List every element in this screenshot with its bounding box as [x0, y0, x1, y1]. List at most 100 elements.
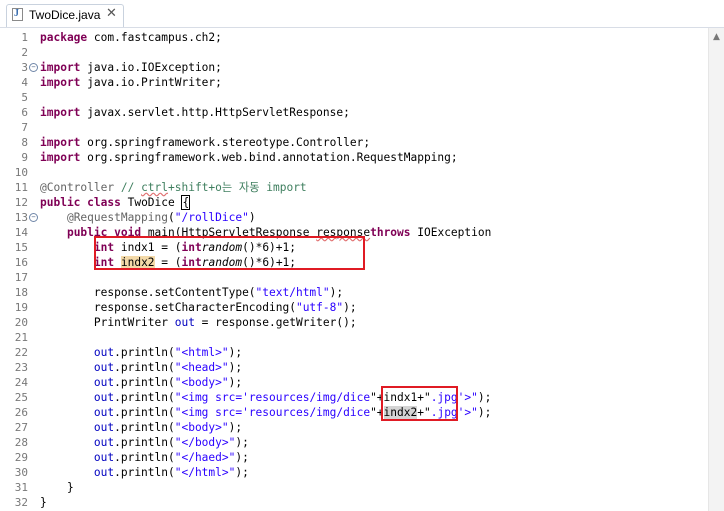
line-number: 25	[14, 391, 28, 404]
code-token: );	[235, 436, 249, 449]
line-number-gutter: 1 2 3−4 5 6 7 8 9 10 11 12 13−14 15 16 17 18 19 20 21 22 23 2…	[0, 28, 38, 511]
code-token: TwoDice	[120, 196, 182, 209]
code-token: );	[228, 361, 243, 374]
code-editor[interactable]: 1 2 3−4 5 6 7 8 9 10 11 12 13−14 15 16 17 18 19 20 21 22 23 2…	[0, 28, 708, 511]
code-line: }	[40, 480, 74, 495]
editor-tab-bar: J TwoDice.java ✕	[0, 0, 724, 28]
line-number: 4	[21, 76, 28, 89]
line-number: 16	[14, 256, 28, 269]
code-token: com.fastcampus.ch2;	[93, 31, 222, 44]
code-token: throws	[370, 226, 411, 239]
line-number: 28	[14, 436, 28, 449]
code-token: = response.getWriter();	[194, 316, 357, 329]
code-token: .println(	[114, 451, 175, 464]
vertical-scrollbar[interactable]: ▲	[708, 28, 724, 511]
code-line: import javax.servlet.http.HttpServletRes…	[40, 105, 350, 120]
code-token: out	[93, 436, 115, 449]
code-token: java.io.IOException;	[87, 61, 222, 74]
code-token: import	[40, 61, 81, 74]
code-token: out	[174, 316, 195, 329]
code-token: @Controller	[40, 181, 115, 194]
line-number: 6	[21, 106, 28, 119]
code-token: (	[168, 211, 175, 224]
code-token: );	[343, 301, 357, 314]
line-number: 23	[14, 361, 28, 374]
code-line: @RequestMapping("/rollDice")	[40, 210, 256, 225]
code-line: public class TwoDice {	[40, 195, 191, 210]
scroll-up-arrow-icon[interactable]: ▲	[713, 32, 720, 42]
code-token: "text/html"	[255, 286, 330, 299]
code-token: "utf-8"	[295, 301, 344, 314]
code-token: //	[120, 181, 142, 194]
code-token: .println(	[114, 436, 175, 449]
code-token: );	[235, 451, 249, 464]
highlight-box-lines-15-16	[94, 236, 365, 270]
code-line: @Controller // ctrl+shift+o는 자동 import	[40, 180, 307, 195]
code-line: import java.io.IOException;	[40, 60, 222, 75]
line-number: 24	[14, 376, 28, 389]
code-line: response.setCharacterEncoding("utf-8");	[40, 300, 357, 315]
code-token: out	[93, 421, 115, 434]
code-token: import	[40, 76, 81, 89]
code-line: PrintWriter out = response.getWriter();	[40, 315, 357, 330]
code-token: );	[477, 391, 492, 404]
fold-toggle-icon[interactable]: −	[29, 213, 38, 222]
code-line: out.println("<body>");	[40, 420, 242, 435]
highlight-box-indx-expressions	[381, 386, 458, 421]
code-token: "</body>"	[174, 436, 236, 449]
code-token: .println(	[114, 406, 175, 419]
code-token: );	[477, 406, 492, 419]
line-number: 3	[21, 61, 28, 74]
code-token: out	[93, 466, 115, 479]
code-line: out.println("<head>");	[40, 360, 242, 375]
code-token: {	[181, 195, 191, 210]
code-token: org.springframework.stereotype.Controlle…	[87, 136, 371, 149]
code-token: out	[93, 361, 115, 374]
close-icon[interactable]: ✕	[106, 6, 117, 21]
code-line: out.println("</haed>");	[40, 450, 249, 465]
code-token: out	[93, 451, 115, 464]
code-line: out.println("<html>");	[40, 345, 242, 360]
line-number: 2	[21, 46, 28, 59]
code-token: }	[40, 481, 74, 494]
code-token: import	[40, 151, 81, 164]
code-token: );	[329, 286, 344, 299]
line-number: 14	[14, 226, 28, 239]
code-token: out	[93, 376, 115, 389]
line-number: 15	[14, 241, 28, 254]
code-token: )	[248, 211, 256, 224]
code-line: import org.springframework.stereotype.Co…	[40, 135, 370, 150]
code-token: );	[228, 376, 243, 389]
line-number: 8	[21, 136, 28, 149]
code-token: .println(	[114, 376, 175, 389]
code-token: @RequestMapping	[66, 211, 168, 224]
code-line: package com.fastcampus.ch2;	[40, 30, 222, 45]
code-token: import	[40, 106, 81, 119]
fold-toggle-icon[interactable]: −	[29, 63, 38, 72]
line-number: 31	[14, 481, 28, 494]
code-token: "<body>"	[174, 376, 229, 389]
line-number: 5	[21, 91, 28, 104]
line-number: 9	[21, 151, 28, 164]
code-line: out.println("</html>");	[40, 465, 249, 480]
line-number: 22	[14, 346, 28, 359]
line-number: 11	[14, 181, 28, 194]
code-token: package	[40, 31, 88, 44]
code-token: class	[87, 196, 121, 209]
code-token: response.setContentType(	[40, 286, 256, 299]
tab-twodice-java[interactable]: J TwoDice.java ✕	[6, 4, 124, 27]
code-token: .println(	[114, 346, 175, 359]
line-number: 30	[14, 466, 28, 479]
code-token: "<img src='resources/img/dice	[174, 406, 371, 419]
code-token: out	[93, 346, 115, 359]
